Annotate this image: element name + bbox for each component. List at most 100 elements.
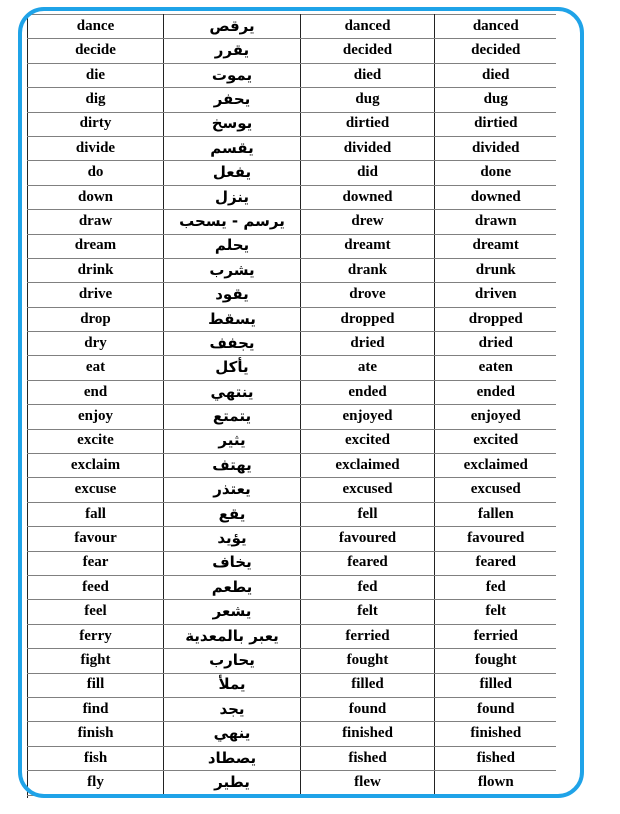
cell-past-participle: excited [434,428,556,455]
cell-past-participle: folded [434,794,556,798]
cell-arabic-meaning: ينزل [163,184,301,211]
table-row: fish يصطاد fished fished [27,745,556,772]
cell-past-simple: decided [300,38,435,64]
table-row: drop يسقط dropped dropped [27,306,556,333]
cell-past-simple: fought [300,648,435,674]
cell-base-form: drop [27,306,164,333]
cell-arabic-meaning: يجفف [163,331,301,357]
cell-past-simple: exclaimed [300,453,435,479]
cell-past-simple: dreamt [300,233,435,259]
cell-past-simple: dropped [300,306,435,333]
cell-past-participle: found [434,696,556,723]
cell-past-participle: danced [434,14,556,40]
table-row: down ينزل downed downed [27,184,556,211]
table-row: fight يحارب fought fought [27,648,556,674]
cell-arabic-meaning: يطير [163,770,301,796]
cell-base-form: decide [27,38,164,64]
cell-base-form: excuse [27,477,164,503]
cell-arabic-meaning: يقع [163,501,301,528]
cell-base-form: end [27,379,164,406]
cell-base-form: feel [27,599,164,625]
cell-past-simple: dried [300,331,435,357]
cell-base-form: eat [27,355,164,381]
cell-arabic-meaning: يحلم [163,233,301,259]
cell-base-form: dream [27,233,164,259]
cell-past-participle: excused [434,477,556,503]
table-row: draw يرسم - يسحب drew drawn [27,209,556,235]
cell-past-simple: enjoyed [300,404,435,430]
cell-past-simple: dug [300,87,435,113]
cell-past-simple: excused [300,477,435,503]
table-row: foldيطويfoldedfolded [27,794,556,798]
cell-arabic-meaning: يعبر بالمعدية [163,623,301,650]
cell-base-form: fold [27,794,164,798]
cell-arabic-meaning: يقسم [163,135,301,162]
cell-past-simple: felt [300,599,435,625]
cell-past-participle: fished [434,745,556,772]
table-row: drink يشرب drank drunk [27,257,556,284]
table-row: feed يطعم fed fed [27,574,556,601]
cell-past-participle: dreamt [434,233,556,259]
cell-past-participle: favoured [434,526,556,552]
cell-base-form: exclaim [27,453,164,479]
cell-past-participle: dried [434,331,556,357]
cell-past-participle: exclaimed [434,453,556,479]
page-root: dance يرقص danced danced decide يقرر decided de… [0,0,620,814]
cell-arabic-meaning: يطوي [163,794,301,798]
cell-arabic-meaning: يقود [163,282,301,308]
cell-arabic-meaning: يشرب [163,257,301,284]
cell-base-form: drink [27,257,164,284]
table-row: eat يأكل ate eaten [27,355,556,381]
cell-past-participle: done [434,160,556,186]
cell-past-simple: divided [300,135,435,162]
cell-arabic-meaning: يثير [163,428,301,455]
cell-past-simple: folded [300,794,435,798]
cell-past-participle: fed [434,574,556,601]
table-row: excuse يعتذر excused excused [27,477,556,503]
cell-past-participle: ended [434,379,556,406]
cell-base-form: fly [27,770,164,796]
cell-base-form: divide [27,135,164,162]
table-row: do يفعل did done [27,160,556,186]
cell-past-participle: fought [434,648,556,674]
cell-past-participle: enjoyed [434,404,556,430]
cell-past-simple: did [300,160,435,186]
table-row: end ينتهي ended ended [27,379,556,406]
cell-arabic-meaning: ينهي [163,721,301,747]
cell-past-simple: flew [300,770,435,796]
cell-base-form: finish [27,721,164,747]
table-row: enjoy يتمتع enjoyed enjoyed [27,404,556,430]
cell-past-participle: driven [434,282,556,308]
table-row: decide يقرر decided decided [27,38,556,64]
cell-past-simple: danced [300,14,435,40]
cell-past-simple: found [300,696,435,723]
table-row: drive يقود drove driven [27,282,556,308]
table-row: find يجد found found [27,696,556,723]
table-row: dance يرقص danced danced [27,14,556,40]
cell-past-simple: downed [300,184,435,211]
cell-past-participle: dug [434,87,556,113]
cell-base-form: die [27,62,164,89]
cell-base-form: favour [27,526,164,552]
cell-past-participle: finished [434,721,556,747]
verb-conjugation-table: dance يرقص danced danced decide يقرر decided de… [27,14,556,798]
cell-past-participle: felt [434,599,556,625]
cell-arabic-meaning: يصطاد [163,745,301,772]
table-row: dream يحلم dreamt dreamt [27,233,556,259]
cell-past-simple: fed [300,574,435,601]
cell-past-participle: drunk [434,257,556,284]
table-row: feel يشعر felt felt [27,599,556,625]
cell-past-simple: ferried [300,623,435,650]
cell-past-participle: feared [434,550,556,576]
cell-past-simple: fell [300,501,435,528]
cell-base-form: drive [27,282,164,308]
table-body: dance يرقص danced danced decide يقرر decided de… [27,14,556,798]
cell-arabic-meaning: يجد [163,696,301,723]
cell-arabic-meaning: يتمتع [163,404,301,430]
cell-base-form: fear [27,550,164,576]
cell-base-form: ferry [27,623,164,650]
cell-base-form: fall [27,501,164,528]
cell-past-simple: drank [300,257,435,284]
cell-arabic-meaning: يملأ [163,672,301,698]
table-row: excite يثير excited excited [27,428,556,455]
